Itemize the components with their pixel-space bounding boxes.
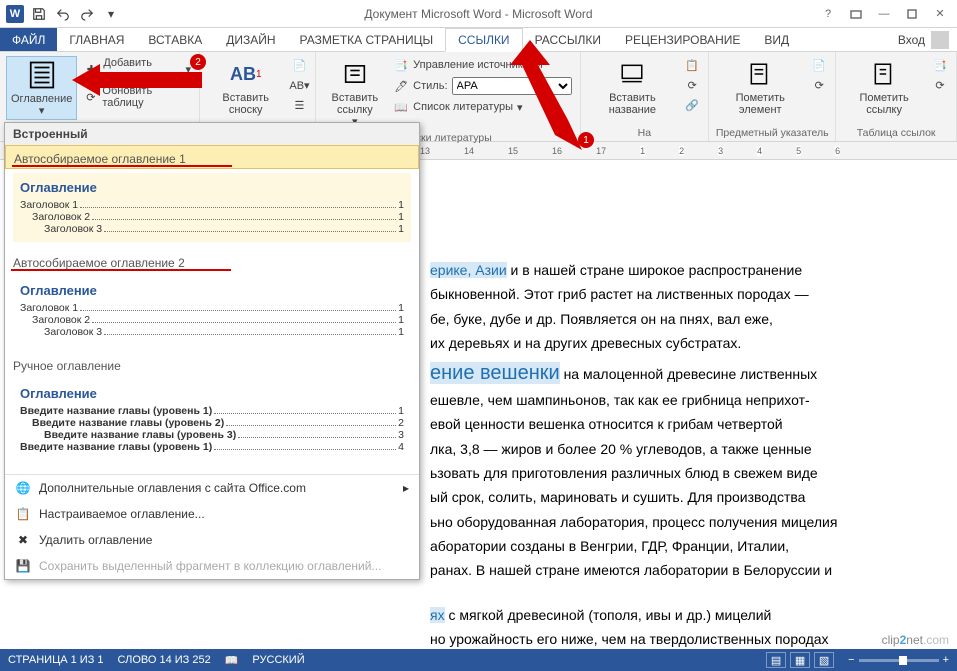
- annotation-underline: [11, 269, 231, 271]
- title-bar: W ▾ Документ Microsoft Word - Microsoft …: [0, 0, 957, 28]
- view-web-icon[interactable]: ▧: [814, 652, 834, 668]
- tab-insert[interactable]: ВСТАВКА: [136, 28, 214, 51]
- office-icon: 🌐: [15, 480, 31, 496]
- show-notes-button[interactable]: ☰: [289, 96, 309, 114]
- status-bar: СТРАНИЦА 1 ИЗ 1 СЛОВО 14 ИЗ 252 📖 РУССКИ…: [0, 649, 957, 671]
- zoom-slider[interactable]: − +: [848, 654, 949, 666]
- minimize-icon[interactable]: —: [871, 4, 897, 24]
- undo-icon[interactable]: [54, 5, 72, 23]
- dd-more-office[interactable]: 🌐Дополнительные оглавления с сайта Offic…: [5, 475, 419, 501]
- help-icon[interactable]: ?: [815, 4, 841, 24]
- remove-icon: ✖: [15, 532, 31, 548]
- tab-view[interactable]: ВИД: [752, 28, 801, 51]
- footnote-icon: AB1: [230, 58, 262, 90]
- avatar-icon: [931, 31, 949, 49]
- view-buttons: ▤ ▦ ▧: [766, 652, 834, 668]
- update-table-figures-button[interactable]: ⟳: [682, 76, 702, 94]
- annotation-badge-2: 2: [190, 54, 206, 70]
- sign-in-label: Вход: [898, 33, 925, 47]
- annotation-underline: [12, 165, 232, 167]
- close-icon[interactable]: ✕: [927, 4, 953, 24]
- group-index: Пометить элемент 📄 ⟳ Предметный указател…: [709, 52, 836, 141]
- gallery-auto-toc-2[interactable]: Автособираемое оглавление 2: [5, 250, 419, 272]
- gallery-preview-manual[interactable]: Оглавление Введите название главы (урове…: [13, 379, 411, 460]
- zoom-out-icon[interactable]: −: [848, 654, 854, 666]
- window-controls: ? — ✕: [815, 4, 953, 24]
- dd-save-selection: 💾Сохранить выделенный фрагмент в коллекц…: [5, 553, 419, 579]
- group-toa: Пометить ссылку 📑 ⟳ Таблица ссылок: [836, 52, 957, 141]
- toc-button[interactable]: Оглавление▾: [6, 56, 77, 120]
- dd-remove-toc[interactable]: ✖Удалить оглавление: [5, 527, 419, 553]
- save-icon[interactable]: [30, 5, 48, 23]
- word-app-icon: W: [6, 5, 24, 23]
- qat-more-icon[interactable]: ▾: [102, 5, 120, 23]
- insert-endnote-button[interactable]: 📄: [289, 56, 309, 74]
- gallery-manual-toc[interactable]: Ручное оглавление: [5, 353, 419, 375]
- window-title: Документ Microsoft Word - Microsoft Word: [364, 7, 592, 21]
- mark-citation-icon: [868, 58, 900, 90]
- document-text[interactable]: ерике, Азии и в нашей стране широкое рас…: [430, 260, 927, 649]
- update-toa-button[interactable]: ⟳: [930, 76, 950, 94]
- sign-in-area[interactable]: Вход: [898, 28, 957, 51]
- insert-toa-button[interactable]: 📑: [930, 56, 950, 74]
- next-footnote-button[interactable]: AB▾: [289, 76, 309, 94]
- status-lang[interactable]: РУССКИЙ: [252, 654, 304, 666]
- citation-icon: [339, 58, 371, 90]
- gallery-preview-2[interactable]: Оглавление Заголовок 11 Заголовок 21 Заг…: [13, 276, 411, 345]
- status-words[interactable]: СЛОВО 14 ИЗ 252: [118, 654, 211, 666]
- maximize-icon[interactable]: [899, 4, 925, 24]
- view-print-icon[interactable]: ▦: [790, 652, 810, 668]
- zoom-in-icon[interactable]: +: [943, 654, 949, 666]
- status-page[interactable]: СТРАНИЦА 1 ИЗ 1: [8, 654, 104, 666]
- mark-entry-button[interactable]: Пометить элемент: [715, 56, 805, 118]
- mark-entry-icon: [744, 58, 776, 90]
- annotation-arrow-2: [72, 60, 202, 100]
- mark-citation-button[interactable]: Пометить ссылку: [842, 56, 926, 118]
- view-read-icon[interactable]: ▤: [766, 652, 786, 668]
- style-icon: 🖊: [393, 78, 409, 94]
- tab-layout[interactable]: РАЗМЕТКА СТРАНИЦЫ: [288, 28, 446, 51]
- custom-toc-icon: 📋: [15, 506, 31, 522]
- quick-access-toolbar: W ▾: [0, 5, 120, 23]
- bibliography-icon: 📖: [393, 99, 409, 115]
- tab-design[interactable]: ДИЗАЙН: [214, 28, 287, 51]
- tab-file[interactable]: ФАЙЛ: [0, 28, 57, 51]
- insert-index-button[interactable]: 📄: [809, 56, 829, 74]
- redo-icon[interactable]: [78, 5, 96, 23]
- watermark: clip2net.com: [882, 633, 949, 647]
- dd-section-builtin: Встроенный: [5, 123, 419, 145]
- gallery-preview-1[interactable]: Оглавление Заголовок 11 Заголовок 21 Заг…: [13, 173, 411, 242]
- ribbon-tabs: ФАЙЛ ГЛАВНАЯ ВСТАВКА ДИЗАЙН РАЗМЕТКА СТР…: [0, 28, 957, 52]
- dd-menu: 🌐Дополнительные оглавления с сайта Offic…: [5, 474, 419, 579]
- tab-home[interactable]: ГЛАВНАЯ: [57, 28, 136, 51]
- insert-citation-button[interactable]: Вставить ссылку▾: [322, 56, 387, 130]
- annotation-badge-1: 1: [578, 132, 594, 148]
- gallery-auto-toc-1[interactable]: Автособираемое оглавление 1: [5, 145, 419, 169]
- insert-caption-button[interactable]: Вставить название: [587, 56, 679, 118]
- toc-dropdown-panel[interactable]: Встроенный Автособираемое оглавление 1 О…: [4, 122, 420, 580]
- manage-sources-icon: 📑: [393, 57, 409, 73]
- insert-table-figures-button[interactable]: 📋: [682, 56, 702, 74]
- tab-review[interactable]: РЕЦЕНЗИРОВАНИЕ: [613, 28, 752, 51]
- toc-icon: [26, 59, 58, 91]
- cross-reference-button[interactable]: 🔗: [682, 96, 702, 114]
- save-selection-icon: 💾: [15, 558, 31, 574]
- status-proofing-icon[interactable]: 📖: [225, 654, 239, 667]
- dd-custom-toc[interactable]: 📋Настраиваемое оглавление...: [5, 501, 419, 527]
- insert-footnote-button[interactable]: AB1 Вставить сноску: [206, 56, 285, 118]
- update-index-button[interactable]: ⟳: [809, 76, 829, 94]
- caption-icon: [616, 58, 648, 90]
- ribbon-display-icon[interactable]: [843, 4, 869, 24]
